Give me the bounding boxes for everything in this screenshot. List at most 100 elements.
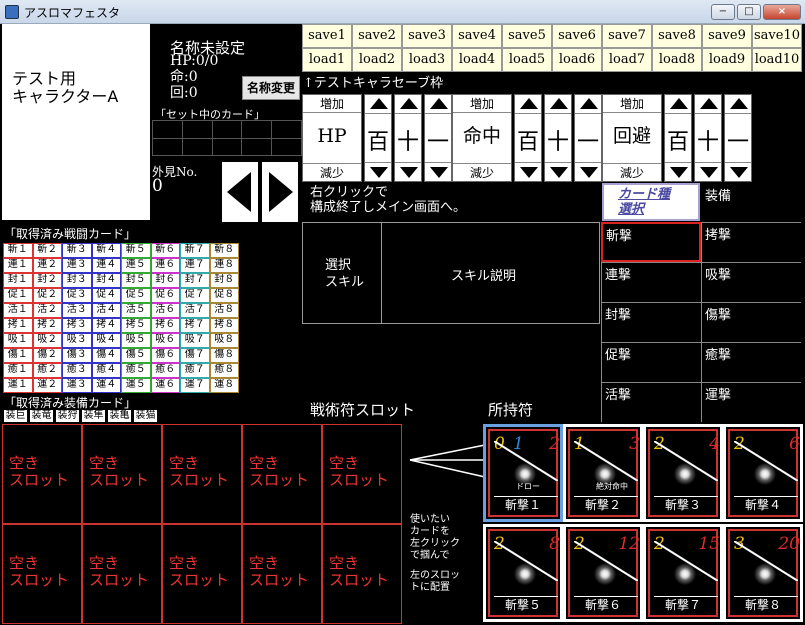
battle-card-item[interactable]: 運２ [32,378,62,393]
appearance-prev-button[interactable] [222,162,258,222]
battle-card-item[interactable]: 拷６ [150,318,180,333]
category-9[interactable]: 活撃 [601,382,701,422]
battle-card-item[interactable]: 吸４ [91,333,121,348]
empty-tactic-slot[interactable]: 空き スロット [2,524,82,624]
battle-card-item[interactable]: 促６ [150,288,180,303]
equip-card-item[interactable]: 装亀 [107,409,132,423]
decrease-arrow-icon[interactable] [700,167,718,178]
battle-card-item[interactable]: 運６ [150,378,180,393]
battle-card-item[interactable]: 連１ [3,258,33,273]
battle-card-item[interactable]: 斬７ [180,243,210,258]
set-card-slot[interactable] [212,121,243,139]
battle-card-item[interactable]: 活６ [150,303,180,318]
battle-card-item[interactable]: 運５ [121,378,151,393]
battle-card-item[interactable]: 吸８ [209,333,239,348]
owned-card-3[interactable]: 24斬撃３ [643,424,723,522]
decrease-arrow-icon[interactable] [550,167,568,178]
save-button-2[interactable]: save2 [352,24,402,48]
set-card-slot[interactable] [242,121,273,139]
battle-card-item[interactable]: 吸７ [180,333,210,348]
equip-card-item[interactable]: 装猫 [133,409,158,423]
battle-card-item[interactable]: 活５ [121,303,151,318]
battle-card-item[interactable]: 連７ [180,258,210,273]
battle-card-item[interactable]: 斬４ [91,243,121,258]
battle-card-item[interactable]: 連２ [32,258,62,273]
battle-card-item[interactable]: 促８ [209,288,239,303]
maximize-button[interactable]: □ [737,4,761,20]
load-button-8[interactable]: load8 [652,48,702,72]
category-10[interactable]: 運撃 [701,382,801,422]
battle-card-item[interactable]: 促１ [3,288,33,303]
battle-card-item[interactable]: 斬５ [121,243,151,258]
load-button-6[interactable]: load6 [552,48,602,72]
battle-card-item[interactable]: 癒５ [121,363,151,378]
battle-card-item[interactable]: 運４ [91,378,121,393]
empty-tactic-slot[interactable]: 空き スロット [82,424,162,524]
battle-card-item[interactable]: 拷７ [180,318,210,333]
battle-card-item[interactable]: 活１ [3,303,33,318]
battle-card-item[interactable]: 封４ [91,273,121,288]
decrease-arrow-icon[interactable] [670,167,688,178]
battle-card-item[interactable]: 傷２ [32,348,62,363]
battle-card-item[interactable]: 吸１ [3,333,33,348]
owned-card-1[interactable]: 012ドロー斬撃１ [483,424,563,522]
battle-card-item[interactable]: 封６ [150,273,180,288]
decrease-arrow-icon[interactable] [580,167,598,178]
battle-card-item[interactable]: 拷８ [209,318,239,333]
battle-card-item[interactable]: 傷８ [209,348,239,363]
category-7[interactable]: 促撃 [601,342,701,382]
set-card-slot[interactable] [153,138,183,156]
load-button-3[interactable]: load3 [402,48,452,72]
owned-card-4[interactable]: 26斬撃４ [723,424,803,522]
battle-card-item[interactable]: 斬１ [3,243,33,258]
battle-card-item[interactable]: 癒７ [180,363,210,378]
equip-card-item[interactable]: 装狩 [55,409,80,423]
battle-card-item[interactable]: 封８ [209,273,239,288]
battle-card-item[interactable]: 拷３ [62,318,92,333]
battle-card-item[interactable]: 促４ [91,288,121,303]
battle-card-item[interactable]: 運７ [180,378,210,393]
increase-arrow-icon[interactable] [670,98,688,109]
battle-card-item[interactable]: 促５ [121,288,151,303]
increase-arrow-icon[interactable] [580,98,598,109]
save-button-9[interactable]: save9 [702,24,752,48]
empty-tactic-slot[interactable]: 空き スロット [162,424,242,524]
battle-card-item[interactable]: 活８ [209,303,239,318]
save-button-5[interactable]: save5 [502,24,552,48]
battle-card-item[interactable]: 傷１ [3,348,33,363]
empty-tactic-slot[interactable]: 空き スロット [322,424,402,524]
battle-card-item[interactable]: 拷２ [32,318,62,333]
battle-card-item[interactable]: 封７ [180,273,210,288]
set-card-slot[interactable] [153,121,183,139]
increase-arrow-icon[interactable] [550,98,568,109]
set-card-slot[interactable] [272,138,302,156]
owned-card-7[interactable]: 215斬撃７ [643,524,723,622]
battle-card-item[interactable]: 連５ [121,258,151,273]
battle-card-item[interactable]: 吸６ [150,333,180,348]
battle-card-item[interactable]: 連３ [62,258,92,273]
battle-card-item[interactable]: 斬６ [150,243,180,258]
battle-card-item[interactable]: 斬２ [32,243,62,258]
battle-card-item[interactable]: 斬８ [209,243,239,258]
save-button-3[interactable]: save3 [402,24,452,48]
load-button-10[interactable]: load10 [752,48,802,72]
category-8[interactable]: 癒撃 [701,342,801,382]
close-button[interactable]: × [763,4,801,20]
owned-card-5[interactable]: 28斬撃５ [483,524,563,622]
rename-button[interactable]: 名称変更 [242,76,300,100]
owned-card-8[interactable]: 320斬撃８ [723,524,803,622]
increase-arrow-icon[interactable] [400,98,418,109]
card-type-select-button[interactable]: カード種 選択 [602,183,700,221]
load-button-5[interactable]: load5 [502,48,552,72]
owned-card-2[interactable]: 13絶対命中斬撃２ [563,424,643,522]
empty-tactic-slot[interactable]: 空き スロット [242,524,322,624]
save-button-1[interactable]: save1 [302,24,352,48]
battle-card-item[interactable]: 癒１ [3,363,33,378]
load-button-9[interactable]: load9 [702,48,752,72]
minimize-button[interactable]: − [711,4,735,20]
decrease-arrow-icon[interactable] [430,167,448,178]
battle-card-item[interactable]: 拷１ [3,318,33,333]
category-5[interactable]: 封撃 [601,302,701,342]
battle-card-item[interactable]: 吸３ [62,333,92,348]
battle-card-item[interactable]: 活７ [180,303,210,318]
